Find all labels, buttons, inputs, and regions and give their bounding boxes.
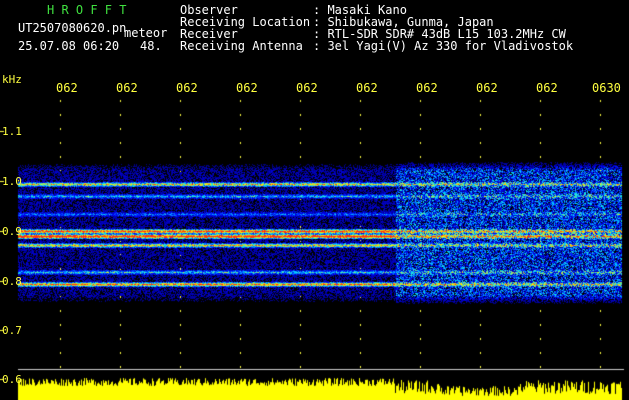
time-tick-label: 062 xyxy=(116,81,138,95)
time-tick-label: 062 xyxy=(236,81,258,95)
datetime-label: 25.07.08 06:20 xyxy=(18,39,120,53)
time-tick-label: 062 xyxy=(416,81,438,95)
freq-unit-label: kHz xyxy=(2,73,22,86)
antenna-value: : 3el Yagi(V) Az 330 for Vladivostok xyxy=(313,39,574,53)
freq-tick-label: 1.0 xyxy=(2,175,22,188)
antenna-label: Receiving Antenna xyxy=(180,39,303,53)
freq-tick-label: 0.6 xyxy=(2,373,22,386)
app-name: H R O F F T xyxy=(47,3,127,17)
type-label: meteor xyxy=(124,26,168,40)
freq-tick-label: 1.1 xyxy=(2,125,22,138)
count-label: 48. xyxy=(140,39,162,53)
time-tick-label: 0630 xyxy=(592,81,621,95)
time-tick-label: 062 xyxy=(356,81,378,95)
filename-label: UT2507080620.pn xyxy=(18,21,127,35)
spectrogram-canvas xyxy=(0,0,629,400)
time-tick-label: 062 xyxy=(296,81,318,95)
freq-tick-label: 0.7 xyxy=(2,324,22,337)
time-tick-label: 062 xyxy=(476,81,498,95)
time-tick-label: 062 xyxy=(536,81,558,95)
freq-tick-label: 0.9 xyxy=(2,225,22,238)
freq-tick-label: 0.8 xyxy=(2,275,22,288)
time-tick-label: 062 xyxy=(56,81,78,95)
time-tick-label: 062 xyxy=(176,81,198,95)
